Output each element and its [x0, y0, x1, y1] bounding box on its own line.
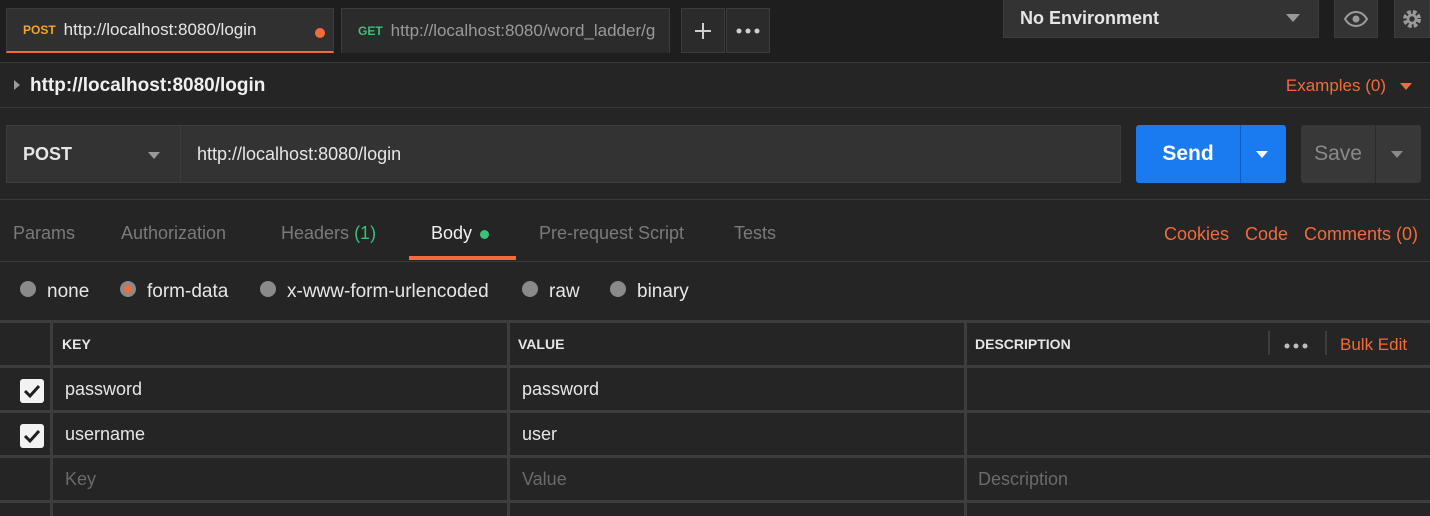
code-link[interactable]: Code	[1245, 224, 1288, 245]
manage-environments-button[interactable]	[1394, 0, 1430, 38]
method-label: POST	[23, 143, 73, 164]
divider	[1375, 125, 1376, 183]
body-type-radios: none form-data x-www-form-urlencoded raw…	[0, 262, 1430, 320]
radio-binary[interactable]: binary	[610, 281, 689, 303]
column-header-key: KEY	[62, 336, 91, 352]
radio-label: raw	[549, 281, 580, 302]
radio-circle	[20, 281, 36, 297]
tab-body[interactable]: Body	[431, 223, 490, 244]
headers-count: (1)	[354, 223, 377, 243]
send-label: Send	[1162, 142, 1214, 165]
send-options-chevron-icon[interactable]	[1256, 151, 1268, 158]
table-border	[50, 320, 53, 516]
new-value-input[interactable]: Value	[522, 469, 567, 490]
table-border	[964, 320, 967, 516]
radio-circle-selected	[120, 281, 136, 297]
table-border	[507, 320, 510, 516]
key-field[interactable]: username	[65, 424, 145, 445]
chevron-down-icon	[1286, 14, 1300, 22]
comments-link[interactable]: Comments (0)	[1304, 224, 1418, 245]
tab-headers[interactable]: Headers (1)	[281, 223, 376, 244]
send-button[interactable]: Send	[1136, 125, 1286, 183]
ellipsis-icon	[736, 28, 760, 33]
plus-icon	[695, 22, 711, 39]
chevron-down-icon	[148, 152, 160, 159]
tab-params[interactable]: Params	[13, 223, 75, 244]
tab-method: GET	[358, 24, 383, 38]
table-border	[0, 500, 1430, 503]
tab-method: POST	[23, 23, 56, 37]
radio-label: x-www-form-urlencoded	[287, 281, 489, 302]
radio-label: form-data	[147, 281, 229, 302]
body-indicator	[480, 229, 490, 239]
row-checkbox[interactable]	[20, 424, 44, 448]
radio-circle	[610, 281, 626, 297]
tab-options-button[interactable]	[726, 8, 770, 53]
radio-label: none	[47, 281, 90, 302]
environment-label: No Environment	[1020, 8, 1160, 28]
column-header-value: VALUE	[518, 336, 565, 352]
row-checkbox[interactable]	[20, 379, 44, 403]
table-border	[1268, 331, 1270, 355]
checkmark-icon	[23, 429, 41, 444]
radio-label: binary	[637, 281, 689, 302]
save-options-chevron-icon[interactable]	[1391, 151, 1403, 158]
radio-circle	[522, 281, 538, 297]
ellipsis-icon	[1284, 343, 1308, 349]
save-button[interactable]: Save	[1301, 125, 1421, 183]
tab-get-word-ladder[interactable]: GET http://localhost:8080/word_ladder/g	[341, 8, 670, 53]
value-field[interactable]: user	[522, 424, 557, 445]
gear-icon	[1403, 9, 1421, 28]
caret-right-icon[interactable]	[14, 80, 20, 90]
key-field[interactable]: password	[65, 379, 142, 400]
request-subtabs: Params Authorization Headers (1) Body Pr…	[0, 200, 1430, 262]
chevron-down-icon[interactable]	[1400, 83, 1412, 90]
value-field[interactable]: password	[522, 379, 599, 400]
radio-urlencoded[interactable]: x-www-form-urlencoded	[260, 281, 489, 303]
request-url-row: POST http://localhost:8080/login Send Sa…	[0, 108, 1430, 200]
tab-tests[interactable]: Tests	[734, 223, 776, 244]
tab-post-login[interactable]: POST http://localhost:8080/login	[6, 8, 334, 53]
table-options-button[interactable]	[1284, 332, 1308, 355]
tab-headers-label: Headers	[281, 223, 350, 243]
unsaved-indicator	[315, 28, 325, 38]
url-input[interactable]: http://localhost:8080/login	[180, 125, 1121, 183]
tab-bar: POST http://localhost:8080/login GET htt…	[0, 0, 1430, 63]
environment-select[interactable]: No Environment	[1003, 0, 1319, 38]
tab-authorization[interactable]: Authorization	[121, 223, 226, 244]
table-border	[0, 455, 1430, 458]
table-border	[1325, 331, 1327, 355]
divider	[1240, 125, 1241, 183]
request-name-bar: http://localhost:8080/login Examples (0)	[0, 64, 1430, 108]
radio-circle	[260, 281, 276, 297]
new-description-input[interactable]: Description	[978, 469, 1068, 490]
save-label: Save	[1314, 142, 1362, 165]
active-tab-underline	[409, 256, 516, 260]
checkmark-icon	[23, 384, 41, 399]
radio-raw[interactable]: raw	[522, 281, 580, 303]
request-name: http://localhost:8080/login	[30, 75, 266, 96]
bulk-edit-link[interactable]: Bulk Edit	[1340, 335, 1407, 355]
column-header-description: DESCRIPTION	[975, 336, 1071, 352]
tab-url: http://localhost:8080/login	[63, 20, 257, 39]
form-data-table: KEY VALUE DESCRIPTION Bulk Edit password…	[0, 320, 1430, 516]
examples-link[interactable]: Examples (0)	[1286, 76, 1386, 96]
new-key-input[interactable]: Key	[65, 469, 96, 490]
tab-body-label: Body	[431, 223, 473, 243]
tab-url: http://localhost:8080/word_ladder/g	[390, 21, 656, 40]
radio-none[interactable]: none	[20, 281, 89, 303]
eye-icon	[1344, 10, 1368, 27]
cookies-link[interactable]: Cookies	[1164, 224, 1229, 245]
table-border	[0, 320, 1430, 323]
table-border	[0, 410, 1430, 413]
method-select[interactable]: POST	[6, 125, 181, 183]
url-value: http://localhost:8080/login	[197, 143, 402, 164]
table-border	[0, 365, 1430, 368]
environment-quick-look-button[interactable]	[1334, 0, 1378, 38]
tab-prerequest-script[interactable]: Pre-request Script	[539, 223, 684, 244]
new-tab-button[interactable]	[681, 8, 725, 53]
radio-form-data[interactable]: form-data	[120, 281, 228, 303]
